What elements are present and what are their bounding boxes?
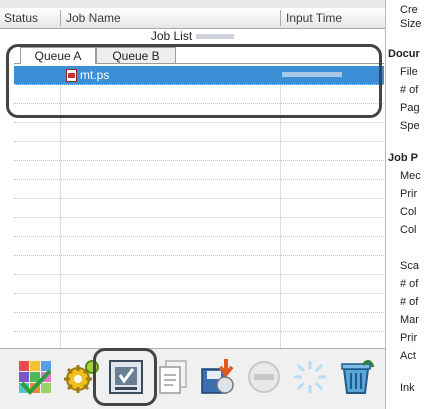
table-row[interactable] <box>14 123 384 142</box>
table-row[interactable] <box>14 275 384 294</box>
input-time-column-header[interactable]: Input Time <box>286 11 342 25</box>
column-separator[interactable] <box>60 10 61 26</box>
property-label: Sca <box>400 260 419 272</box>
save-to-disk-button[interactable] <box>198 357 238 397</box>
minus-circle-icon <box>248 361 280 393</box>
table-row[interactable] <box>14 218 384 237</box>
property-label: Prir <box>400 332 418 344</box>
palette-check-icon <box>19 361 52 395</box>
table-row[interactable] <box>14 313 384 332</box>
disk-arrow-icon <box>201 359 234 394</box>
trash-icon <box>341 360 375 394</box>
table-row[interactable] <box>14 161 384 180</box>
tab-label: Queue A <box>34 49 82 63</box>
redacted-text <box>196 34 235 40</box>
app-window: Status Job Name Input Time Job List Queu… <box>0 0 438 409</box>
table-row[interactable] <box>14 294 384 313</box>
document-stack-icon <box>159 360 187 394</box>
column-header: Status Job Name Input Time <box>0 8 385 29</box>
table-row[interactable] <box>14 237 384 256</box>
property-label: Mar <box>400 314 419 326</box>
property-label: Mec <box>400 170 421 182</box>
table-row[interactable] <box>14 180 384 199</box>
documents-button[interactable] <box>152 357 192 397</box>
delete-button[interactable] <box>336 357 376 397</box>
property-label: Col <box>400 206 417 218</box>
tab-queue-a[interactable]: Queue A <box>20 47 96 64</box>
table-row[interactable] <box>14 256 384 275</box>
status-column-header[interactable]: Status <box>4 11 38 25</box>
property-label: Size <box>400 18 422 30</box>
table-row[interactable] <box>14 199 384 218</box>
property-label: Pag <box>400 102 420 114</box>
processing-button[interactable] <box>290 357 330 397</box>
section-heading: Docur <box>388 48 420 60</box>
top-strip <box>0 0 385 8</box>
property-label: Act <box>400 350 416 362</box>
property-label: Prir <box>400 188 418 200</box>
section-heading: Job P <box>388 152 418 164</box>
job-list-title-text: Job List <box>150 29 193 43</box>
bottom-toolbar <box>0 348 385 409</box>
property-label: Col <box>400 224 417 236</box>
table-row[interactable] <box>14 142 384 161</box>
spinner-icon <box>294 361 326 393</box>
job-list-title: Job List <box>0 29 385 44</box>
property-label: File <box>400 66 418 78</box>
property-label: Spe <box>400 120 420 132</box>
color-palette-button[interactable] <box>16 357 56 397</box>
device-button-callout <box>93 348 157 406</box>
property-label: # of <box>400 296 419 308</box>
properties-pane: Cre Size Docur File # of Pag Spe Job P M… <box>386 0 438 409</box>
property-label: # of <box>400 84 419 96</box>
property-label: Ink <box>400 382 415 394</box>
column-separator[interactable] <box>280 10 281 26</box>
property-label: # of <box>400 278 419 290</box>
cancel-button[interactable] <box>244 357 284 397</box>
job-name-column-header[interactable]: Job Name <box>66 11 121 25</box>
property-label: Cre <box>400 4 418 16</box>
